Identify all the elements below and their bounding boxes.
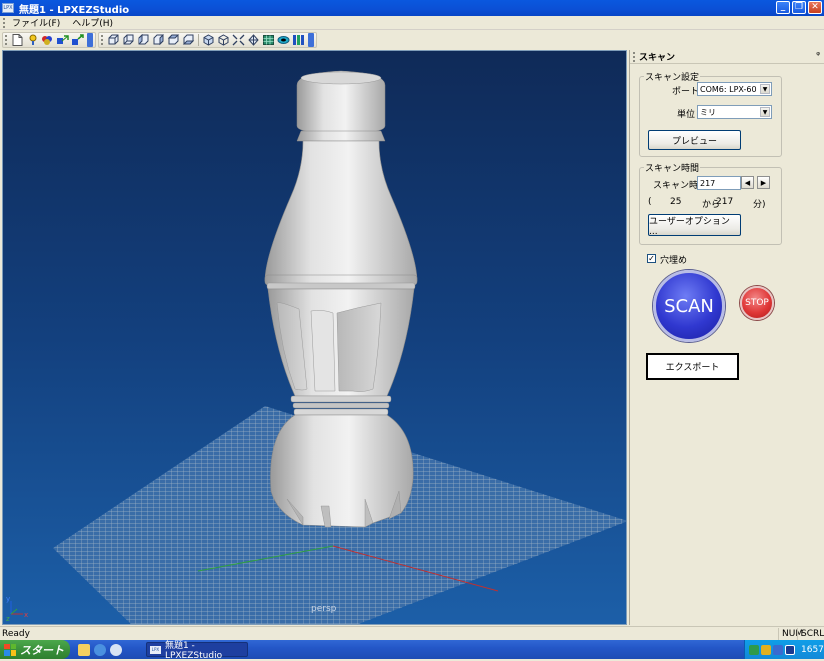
new-file-icon[interactable] — [10, 33, 25, 47]
axes-icon[interactable] — [55, 33, 70, 47]
start-label: スタート — [20, 643, 64, 657]
scan-panel: スキャン ᵠ スキャン設定 ポート COM6: LPX-60 ▼ 単位 ミリ ▼… — [629, 50, 824, 625]
port-label: ポート — [672, 87, 700, 97]
iso-view-icon[interactable] — [201, 33, 216, 47]
bottom-view-icon[interactable] — [181, 33, 196, 47]
fill-holes-checkbox[interactable]: ✓ — [647, 254, 656, 263]
viewport-scene: y x z — [6, 70, 626, 624]
viewport-camera-label: persp — [311, 604, 337, 614]
front-view-icon[interactable] — [106, 33, 121, 47]
shade-icon[interactable] — [276, 33, 291, 47]
toolbar-separator — [198, 34, 199, 46]
fit-icon[interactable] — [231, 33, 246, 47]
top-view-icon[interactable] — [166, 33, 181, 47]
back-view-icon[interactable] — [121, 33, 136, 47]
minimize-button[interactable]: _ — [776, 1, 790, 14]
start-button[interactable]: スタート — [0, 640, 70, 659]
system-tray: 1657 — [744, 640, 824, 659]
panel-header: スキャン ᵠ — [630, 50, 824, 64]
windows-logo-icon — [4, 643, 16, 656]
toolbar-group-file — [2, 32, 96, 48]
unit-select-value: ミリ — [700, 107, 716, 117]
network-icon[interactable] — [749, 644, 759, 655]
render-icon[interactable] — [291, 33, 306, 47]
toolbar-grip[interactable] — [101, 35, 104, 45]
decrease-time-button[interactable]: ◀ — [741, 176, 754, 189]
range-open-paren: ( — [648, 197, 652, 207]
menu-file[interactable]: ファイル(F) — [6, 16, 66, 29]
help-icon[interactable] — [25, 33, 40, 47]
app-icon: LPX — [2, 3, 14, 13]
toolbar — [0, 31, 824, 49]
menu-bar: ファイル(F) ヘルプ(H) — [0, 16, 824, 30]
status-text: Ready — [2, 628, 30, 639]
scan-settings-group: スキャン設定 ポート COM6: LPX-60 ▼ 単位 ミリ ▼ プレビュー — [639, 70, 782, 157]
unit-select[interactable]: ミリ ▼ — [697, 105, 772, 119]
toolbar-overflow-chevron[interactable] — [87, 33, 93, 47]
stop-button[interactable]: STOP — [740, 286, 774, 320]
range-unit-label: 分) — [753, 200, 766, 210]
clock: 1657 — [801, 644, 824, 655]
toolbar-grip[interactable] — [5, 35, 8, 45]
media-player-icon[interactable] — [785, 644, 795, 655]
taskbar-window-button[interactable]: LPX 無題1 - LPXEZStudio — [146, 641, 248, 661]
svg-text:y: y — [6, 595, 10, 603]
audio-icon[interactable] — [773, 644, 783, 655]
taskbar-window-label: 無題1 - LPXEZStudio — [164, 641, 223, 661]
scan-time-input[interactable]: 217 — [697, 176, 741, 190]
wireframe-icon[interactable] — [216, 33, 231, 47]
toolbar-overflow-chevron[interactable] — [308, 33, 314, 47]
bottle-shoulder — [264, 140, 418, 282]
scan-settings-legend: スキャン設定 — [644, 70, 701, 83]
range-min-value: 25 — [670, 197, 682, 207]
app-icon: LPX — [150, 645, 161, 654]
menu-help[interactable]: ヘルプ(H) — [66, 16, 119, 29]
left-view-icon[interactable] — [136, 33, 151, 47]
range-max-value: 217 — [716, 197, 734, 207]
chevron-down-icon[interactable]: ▼ — [760, 107, 770, 117]
pin-icon[interactable]: ᵠ — [816, 51, 820, 61]
window-controls: _ ❐ ✕ — [776, 1, 822, 14]
user-options-button[interactable]: ユーザーオプション ... — [648, 214, 741, 237]
increase-time-button[interactable]: ▶ — [757, 176, 770, 189]
scan-time-group: スキャン時間 スキャン時間 217 ◀ ▶ ( 25 から 217 分) ユーザ… — [639, 161, 782, 245]
center-icon[interactable] — [246, 33, 261, 47]
taskbar: スタート LPX 無題1 - LPXEZStudio 1657 — [0, 640, 824, 661]
close-button[interactable]: ✕ — [808, 1, 822, 14]
panel-title: スキャン — [639, 53, 676, 63]
export-button[interactable]: エクスポート — [646, 353, 739, 380]
scan-button[interactable]: SCAN — [653, 270, 725, 342]
axes-rotate-icon[interactable] — [70, 33, 85, 47]
port-select[interactable]: COM6: LPX-60 ▼ — [697, 82, 772, 96]
toolbar-group-view — [98, 32, 317, 48]
maximize-button[interactable]: ❐ — [792, 1, 806, 14]
scan-time-legend: スキャン時間 — [644, 161, 701, 174]
3d-viewport[interactable]: y x z persp — [2, 50, 627, 625]
browser-icon[interactable] — [94, 643, 106, 656]
folder-icon[interactable] — [78, 643, 90, 656]
preview-button[interactable]: プレビュー — [648, 130, 741, 150]
window-title: 無題1 - LPXEZStudio — [19, 4, 130, 16]
application-window: LPX 無題1 - LPXEZStudio _ ❐ ✕ ファイル(F) ヘルプ(… — [0, 0, 824, 661]
media-icon[interactable] — [110, 643, 122, 656]
panel-grip[interactable] — [633, 51, 636, 62]
bottle-base — [270, 414, 414, 528]
port-select-value: COM6: LPX-60 — [700, 84, 757, 94]
title-bar[interactable]: LPX 無題1 - LPXEZStudio _ ❐ ✕ — [0, 0, 824, 16]
grid-icon[interactable] — [261, 33, 276, 47]
chevron-down-icon[interactable]: ▼ — [760, 84, 770, 94]
status-bar: Ready NUM SCRL — [0, 626, 824, 640]
colors-icon[interactable] — [40, 33, 55, 47]
security-icon[interactable] — [761, 644, 771, 655]
right-view-icon[interactable] — [151, 33, 166, 47]
axis-gizmo: y x z — [6, 595, 28, 623]
fill-holes-label: 穴埋め — [660, 256, 688, 266]
svg-text:z: z — [6, 615, 10, 623]
status-scrl-indicator: SCRL — [797, 628, 824, 640]
svg-text:x: x — [24, 611, 28, 619]
unit-label: 単位 — [677, 110, 696, 120]
